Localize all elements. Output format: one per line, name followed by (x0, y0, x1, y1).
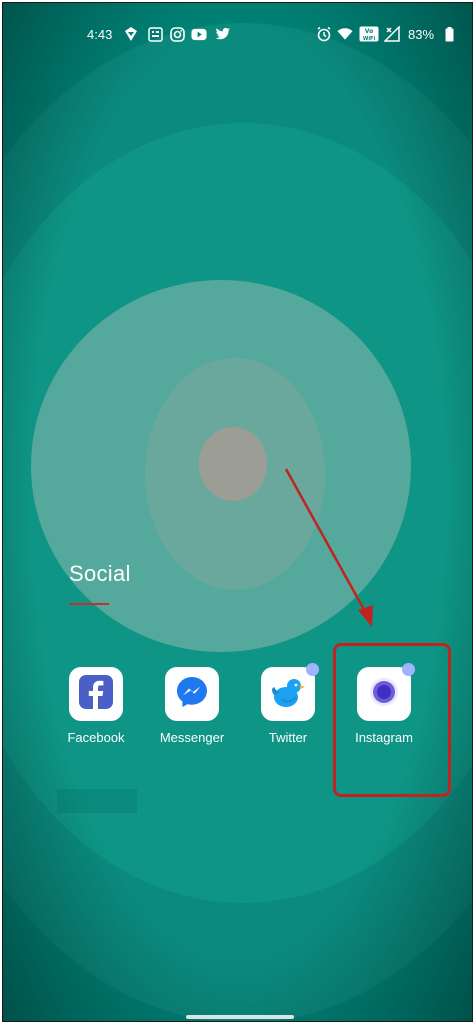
app-label: Facebook (67, 730, 125, 745)
gesture-navigation-bar[interactable] (186, 1015, 294, 1019)
signal-notification-icon (123, 26, 139, 42)
messenger-app-tile[interactable] (165, 667, 219, 721)
folder-title[interactable]: Social (69, 561, 131, 587)
folder-title-underline (69, 603, 109, 605)
facebook-app-tile[interactable] (69, 667, 123, 721)
twitter-app-tile[interactable] (261, 663, 319, 721)
home-screen: 4:43 Vo WiFi 83% Social Facebook Messeng… (2, 2, 473, 1022)
instagram-icon (169, 26, 185, 42)
youtube-icon (191, 26, 207, 42)
wallpaper-vignette (3, 3, 472, 1021)
app-label: Messenger (159, 730, 225, 745)
facebook-icon (79, 674, 113, 714)
vowifi-icon: Vo WiFi (359, 26, 379, 42)
svg-text:WiFi: WiFi (363, 36, 376, 42)
alarm-icon (316, 26, 332, 42)
status-bar: 4:43 Vo WiFi 83% (3, 3, 472, 63)
app-label: Twitter (268, 730, 308, 745)
notification-badge (306, 663, 319, 676)
battery-percent: 83% (408, 27, 435, 42)
no-signal-icon (384, 26, 400, 42)
twitter-bird-icon (270, 675, 306, 714)
app-facebook[interactable]: Facebook (48, 667, 144, 757)
twitter-icon (215, 26, 231, 42)
messenger-icon (174, 674, 210, 715)
status-time: 4:43 (87, 27, 113, 42)
app-messenger[interactable]: Messenger (144, 667, 240, 757)
annotation-highlight-box (333, 643, 451, 797)
svg-text:Vo: Vo (365, 28, 373, 35)
wifi-icon (337, 26, 353, 42)
grid-app-icon (147, 26, 163, 42)
app-twitter[interactable]: Twitter (240, 663, 336, 757)
battery-icon (441, 26, 457, 42)
